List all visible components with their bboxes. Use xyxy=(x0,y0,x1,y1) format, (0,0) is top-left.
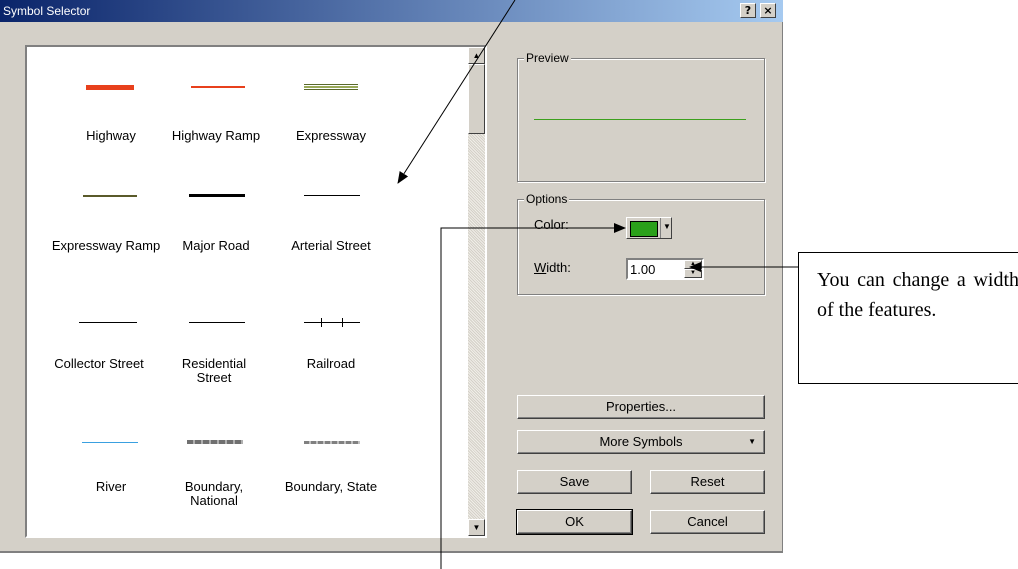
arrow-to-symbols xyxy=(397,0,516,184)
annotation-arrows xyxy=(397,0,798,569)
arrow-to-color xyxy=(440,223,626,569)
